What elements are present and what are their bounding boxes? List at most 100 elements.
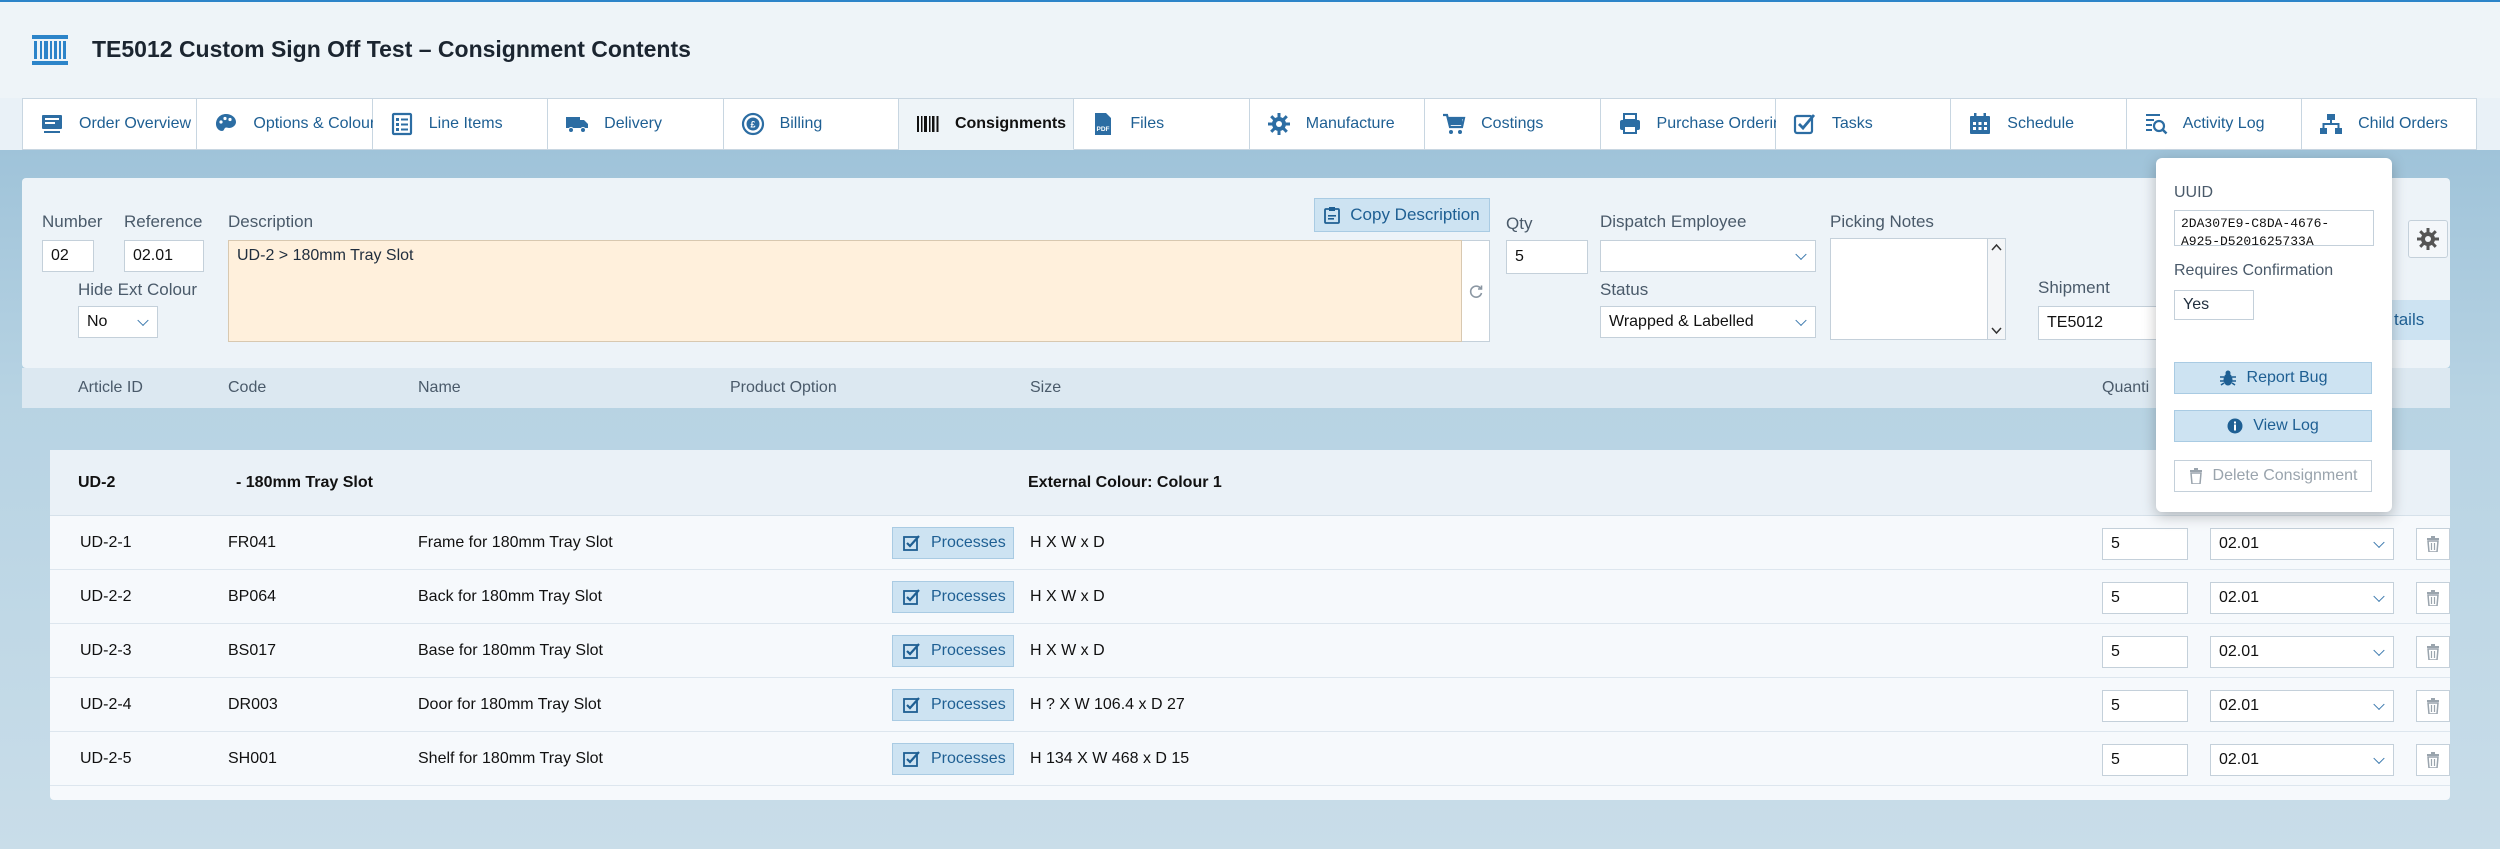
group-row: UD-2 - 180mm Tray Slot External Colour: … xyxy=(50,450,2450,516)
picking-notes-field[interactable] xyxy=(1830,238,2006,340)
description-field[interactable]: UD-2 > 180mm Tray Slot xyxy=(228,240,1462,342)
tab-label: Line Items xyxy=(428,115,503,132)
column-code: Code xyxy=(228,379,267,396)
consignment-details-panel: Number 02 Reference 02.01 Hide Ext Colou… xyxy=(22,178,2450,368)
info-icon xyxy=(2227,418,2243,434)
tab-consignments[interactable]: Consignments xyxy=(898,98,1075,150)
row-size: H X W x D xyxy=(1030,642,1105,659)
group-colour: External Colour: Colour 1 xyxy=(1028,474,1222,491)
processes-button[interactable]: Processes xyxy=(892,689,1014,721)
gear-icon xyxy=(2417,228,2439,250)
tab-costings[interactable]: Costings xyxy=(1425,98,1601,150)
row-article-id: UD-2-4 xyxy=(80,696,132,713)
row-article-id: UD-2-5 xyxy=(80,750,132,767)
qty-field[interactable]: 5 xyxy=(1506,240,1588,274)
tab-line-items[interactable]: Line Items xyxy=(372,98,549,150)
row-name: Frame for 180mm Tray Slot xyxy=(418,534,613,551)
checkbox-icon xyxy=(903,643,920,659)
row-quantity-field[interactable]: 5 xyxy=(2102,582,2188,614)
report-bug-button[interactable]: Report Bug xyxy=(2174,362,2372,394)
tab-delivery[interactable]: Delivery xyxy=(548,98,724,150)
row-size: H ? X W 106.4 x D 27 xyxy=(1030,696,1185,713)
processes-label: Processes xyxy=(931,534,1006,551)
row-delete-button[interactable] xyxy=(2416,744,2450,776)
settings-gear-button[interactable] xyxy=(2408,220,2448,258)
cart-icon xyxy=(1441,112,1467,136)
picking-notes-scrollbar[interactable] xyxy=(1987,239,2005,339)
row-delete-button[interactable] xyxy=(2416,528,2450,560)
cart-list-icon xyxy=(39,112,65,136)
gear-icon xyxy=(1266,112,1292,136)
tab-activity-log[interactable]: Activity Log xyxy=(2126,98,2303,150)
row-reference-value: 02.01 xyxy=(2219,751,2260,768)
row-reference-select[interactable]: 02.01 xyxy=(2210,636,2394,668)
row-reference-value: 02.01 xyxy=(2219,697,2260,714)
tab-options-colours[interactable]: Options & Colours xyxy=(197,98,383,150)
row-reference-value: 02.01 xyxy=(2219,643,2260,660)
checkbox-icon xyxy=(903,751,920,767)
consignment-settings-popover: UUID 2DA307E9-C8DA-4676-A925-D5201625733… xyxy=(2156,158,2392,512)
row-quantity-field[interactable]: 5 xyxy=(2102,744,2188,776)
hide-ext-colour-label: Hide Ext Colour xyxy=(78,280,198,299)
row-delete-button[interactable] xyxy=(2416,690,2450,722)
scroll-down-icon[interactable] xyxy=(1991,327,2002,335)
status-label: Status xyxy=(1600,280,1649,299)
uuid-field[interactable]: 2DA307E9-C8DA-4676-A925-D5201625733A xyxy=(2174,210,2374,246)
tab-label: Costings xyxy=(1481,115,1544,132)
row-article-id: UD-2-3 xyxy=(80,642,132,659)
row-reference-select[interactable]: 02.01 xyxy=(2210,690,2394,722)
checkbox-icon xyxy=(903,697,920,713)
row-delete-button[interactable] xyxy=(2416,636,2450,668)
tab-child-orders[interactable]: Child Orders xyxy=(2302,98,2478,150)
row-reference-select[interactable]: 02.01 xyxy=(2210,582,2394,614)
processes-button[interactable]: Processes xyxy=(892,743,1014,775)
requires-confirmation-field[interactable]: Yes xyxy=(2174,290,2254,320)
description-label: Description xyxy=(228,212,314,231)
processes-button[interactable]: Processes xyxy=(892,581,1014,613)
details-button[interactable]: tails xyxy=(2392,300,2450,340)
row-reference-select[interactable]: 02.01 xyxy=(2210,528,2394,560)
scroll-up-icon[interactable] xyxy=(1991,243,2002,251)
tab-bar: Order Overview Options & Colours Line It… xyxy=(22,98,2478,150)
row-code: FR041 xyxy=(228,534,277,551)
delete-consignment-button[interactable]: Delete Consignment xyxy=(2174,460,2372,492)
processes-button[interactable]: Processes xyxy=(892,635,1014,667)
row-name: Back for 180mm Tray Slot xyxy=(418,588,603,605)
tab-order-overview[interactable]: Order Overview xyxy=(22,98,198,150)
copy-description-button[interactable]: Copy Description xyxy=(1314,198,1490,232)
row-quantity-field[interactable]: 5 xyxy=(2102,690,2188,722)
row-quantity-field[interactable]: 5 xyxy=(2102,528,2188,560)
tab-tasks[interactable]: Tasks xyxy=(1775,98,1952,150)
view-log-button[interactable]: View Log xyxy=(2174,410,2372,442)
shipment-label: Shipment xyxy=(2038,278,2110,297)
copy-description-label: Copy Description xyxy=(1350,205,1480,224)
shipment-field[interactable]: TE5012 xyxy=(2038,306,2158,340)
uuid-label: UUID xyxy=(2174,184,2214,201)
row-size: H 134 X W 468 x D 15 xyxy=(1030,750,1190,767)
truck-icon xyxy=(564,112,590,136)
tab-schedule[interactable]: Schedule xyxy=(1951,98,2127,150)
row-delete-button[interactable] xyxy=(2416,582,2450,614)
tab-manufacture[interactable]: Manufacture xyxy=(1249,98,1426,150)
tab-purchase-ordering[interactable]: Purchase Ordering xyxy=(1600,98,1791,150)
number-field[interactable]: 02 xyxy=(42,240,94,272)
checkbox-icon xyxy=(903,535,920,551)
table-row: UD-2-5 SH001 Shelf for 180mm Tray Slot P… xyxy=(50,732,2450,786)
reference-field[interactable]: 02.01 xyxy=(124,240,204,272)
search-list-icon xyxy=(2143,112,2169,136)
tab-files[interactable]: PDF Files xyxy=(1074,98,1250,150)
delete-consignment-label: Delete Consignment xyxy=(2212,467,2358,484)
table-row: UD-2-1 FR041 Frame for 180mm Tray Slot P… xyxy=(50,516,2450,570)
tab-billing[interactable]: £ Billing xyxy=(723,98,899,150)
column-article-id: Article ID xyxy=(78,379,143,396)
row-quantity-field[interactable]: 5 xyxy=(2102,636,2188,668)
dispatch-employee-select[interactable] xyxy=(1600,240,1816,272)
row-reference-select[interactable]: 02.01 xyxy=(2210,744,2394,776)
status-select[interactable]: Wrapped & Labelled xyxy=(1600,306,1816,338)
table-row: UD-2-3 BS017 Base for 180mm Tray Slot Pr… xyxy=(50,624,2450,678)
calendar-icon xyxy=(1967,112,1993,136)
processes-button[interactable]: Processes xyxy=(892,527,1014,559)
hide-ext-colour-select[interactable]: No xyxy=(78,306,158,338)
hierarchy-icon xyxy=(2318,112,2344,136)
refresh-icon[interactable] xyxy=(1468,283,1484,299)
